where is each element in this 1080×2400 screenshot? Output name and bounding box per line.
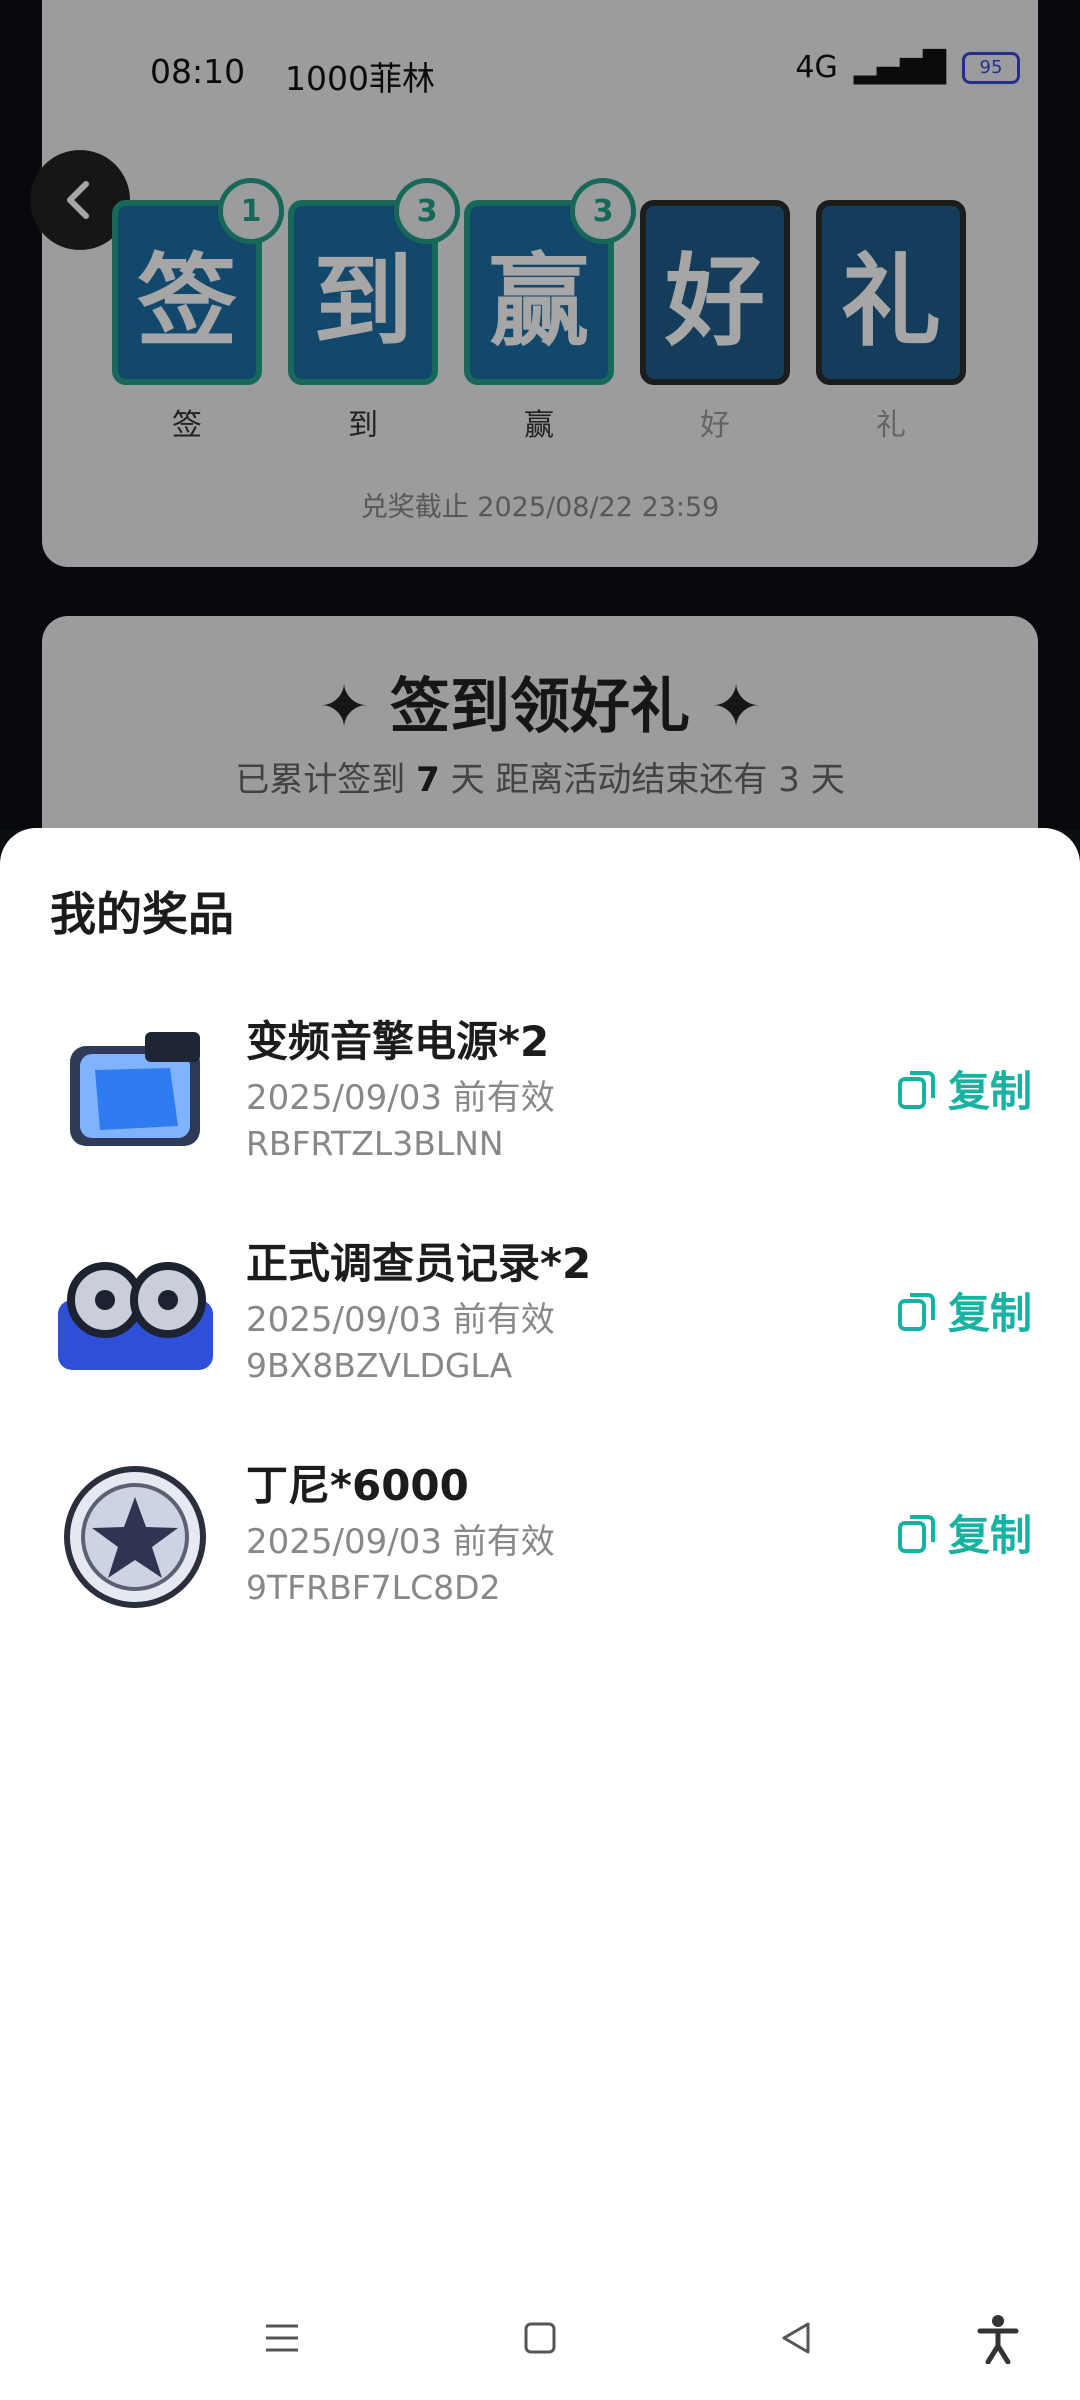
prize-sheet: 我的奖品 变频音擎电源*2 2025/09/03 前有效 RBFRTZL3BLN…: [0, 828, 1080, 2400]
back-nav-icon[interactable]: [776, 2318, 816, 2358]
redeem-deadline: 兑奖截止 2025/08/22 23:59: [360, 492, 720, 523]
tile-label: 赢: [524, 408, 554, 443]
signal-icon: ▂▄▆█: [853, 50, 946, 85]
sign-tile-4[interactable]: 好: [640, 200, 790, 385]
prize-validity: 2025/09/03 前有效: [246, 1300, 555, 1340]
accessibility-icon[interactable]: [976, 2314, 1020, 2364]
sign-tile-5[interactable]: 礼: [816, 200, 966, 385]
signin-summary: 已累计签到 7 天 距离活动结束还有 3 天: [235, 760, 845, 800]
sheet-title: 我的奖品: [50, 887, 234, 941]
status-time: 08:10: [150, 52, 246, 91]
sparkle-icon: ✦: [710, 672, 762, 742]
prize-name: 丁尼*6000: [246, 1461, 469, 1510]
power-module-icon: [70, 1032, 200, 1146]
prize-code: 9BX8BZVLDGLA: [246, 1346, 513, 1385]
coin-icon: [64, 1466, 206, 1608]
tile-label: 到: [348, 408, 378, 443]
copy-button[interactable]: 复制: [896, 1058, 1032, 1119]
status-bar: 08:10 1000菲林 4G ▂▄▆█ 95: [0, 40, 1080, 100]
sign-tile-1[interactable]: 签1: [112, 178, 284, 385]
sign-tile-3[interactable]: 赢3: [464, 178, 636, 385]
copy-button[interactable]: 复制: [896, 1502, 1032, 1563]
tile-badge: 1: [218, 178, 284, 244]
tape-record-icon: [58, 1262, 213, 1370]
copy-icon: [897, 1070, 935, 1109]
tile-badge: 3: [394, 178, 460, 244]
tile-badge: 3: [570, 178, 636, 244]
network-label: 4G: [795, 50, 838, 85]
tile-label: 礼: [876, 408, 906, 443]
battery-icon: 95: [962, 51, 1020, 84]
home-icon[interactable]: [520, 2318, 560, 2358]
copy-button[interactable]: 复制: [896, 1280, 1032, 1341]
prize-name: 正式调查员记录*2: [246, 1239, 592, 1288]
sparkle-icon: ✦: [318, 672, 370, 742]
prize-code: RBFRTZL3BLNN: [246, 1124, 504, 1163]
chevron-left-icon: [67, 181, 89, 219]
prize-code: 9TFRBF7LC8D2: [246, 1568, 501, 1607]
sign-tile-2[interactable]: 到3: [288, 178, 460, 385]
section-title: ✦ 签到领好礼 ✦: [318, 672, 762, 742]
system-nav-bar: [0, 2280, 1080, 2400]
copy-icon: [897, 1292, 935, 1331]
prize-validity: 2025/09/03 前有效: [246, 1078, 555, 1118]
tile-label: 好: [700, 408, 730, 443]
prize-item: 正式调查员记录*2 2025/09/03 前有效 9BX8BZVLDGLA 复制: [0, 1230, 1080, 1430]
status-icons: 4G ▂▄▆█ 95: [795, 50, 1020, 85]
copy-icon: [897, 1514, 935, 1553]
prize-item: 丁尼*6000 2025/09/03 前有效 9TFRBF7LC8D2 复制: [0, 1452, 1080, 1652]
menu-icon[interactable]: [262, 2318, 302, 2358]
prize-name: 变频音擎电源*2: [246, 1017, 550, 1066]
prize-item: 变频音擎电源*2 2025/09/03 前有效 RBFRTZL3BLNN 复制: [0, 1008, 1080, 1208]
tile-label: 签: [172, 408, 202, 443]
prize-validity: 2025/09/03 前有效: [246, 1522, 555, 1562]
status-carrier: 1000菲林: [285, 59, 435, 98]
